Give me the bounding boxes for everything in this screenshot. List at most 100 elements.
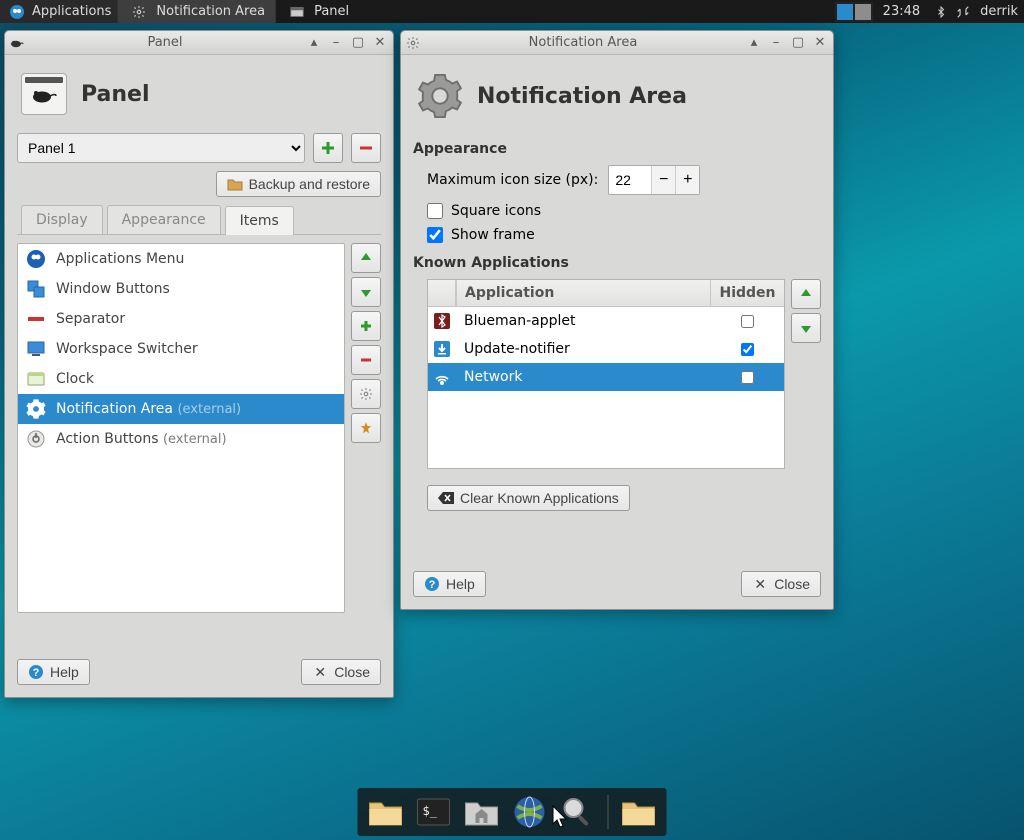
svg-text:?: ?	[429, 579, 436, 591]
add-panel-button[interactable]	[313, 133, 343, 163]
table-header: Application Hidden	[428, 280, 784, 307]
move-up-button[interactable]	[351, 243, 381, 273]
item-label: Window Buttons	[56, 281, 170, 297]
applications-menu-label: Applications	[32, 4, 111, 19]
tab-display[interactable]: Display	[21, 205, 103, 234]
tab-items[interactable]: Items	[225, 206, 294, 235]
item-icon	[26, 339, 46, 359]
svg-text:?: ?	[33, 667, 40, 679]
window-title: Panel	[29, 35, 301, 50]
titlebar[interactable]: Panel ▴ – ▢ ✕	[5, 31, 393, 55]
item-label: Workspace Switcher	[56, 341, 198, 357]
panel-username[interactable]: derrik	[974, 4, 1024, 19]
app-move-up-button[interactable]	[791, 279, 821, 309]
panel-preferences-window: Panel ▴ – ▢ ✕ Panel Panel 1	[4, 30, 394, 698]
remove-panel-button[interactable]	[351, 133, 381, 163]
spinner-increment[interactable]: +	[675, 166, 699, 194]
close-button[interactable]: ✕	[811, 35, 829, 51]
item-icon	[26, 309, 46, 329]
panel-logo-icon	[21, 73, 67, 115]
window-title: Notification Area	[425, 35, 741, 50]
table-row[interactable]: Network	[428, 363, 784, 391]
item-label: Clock	[56, 371, 94, 387]
remove-item-button[interactable]	[351, 345, 381, 375]
dock-folder-icon[interactable]	[619, 792, 659, 832]
close-button[interactable]: ✕	[371, 35, 389, 51]
column-application[interactable]: Application	[456, 280, 710, 306]
close-dialog-button[interactable]: ✕ Close	[301, 659, 381, 685]
table-row[interactable]: Blueman-applet	[428, 307, 784, 335]
taskbar-button-notification-area[interactable]: Notification Area	[117, 0, 275, 23]
app-name: Network	[464, 369, 522, 385]
bluetooth-icon[interactable]	[933, 4, 949, 20]
max-icon-size-input[interactable]	[609, 168, 651, 192]
dialog-header: Panel	[17, 67, 381, 125]
item-about-button[interactable]	[351, 413, 381, 443]
app-name: Update-notifier	[464, 341, 570, 357]
help-button[interactable]: ? Help	[17, 659, 90, 685]
help-icon: ?	[28, 664, 44, 680]
maximize-button[interactable]: ▢	[789, 35, 807, 51]
minimize-button[interactable]: –	[767, 35, 785, 51]
app-icon	[433, 368, 451, 386]
clear-known-apps-button[interactable]: Clear Known Applications	[427, 485, 630, 511]
dialog-heading: Notification Area	[477, 84, 687, 109]
notification-area-window: Notification Area ▴ – ▢ ✕ Notification A…	[400, 30, 834, 610]
network-icon[interactable]	[955, 4, 971, 20]
hidden-checkbox[interactable]	[741, 343, 754, 356]
list-item[interactable]: Separator	[18, 304, 344, 334]
titlebar[interactable]: Notification Area ▴ – ▢ ✕	[401, 31, 833, 55]
folder-icon	[227, 176, 243, 192]
button-label: Help	[50, 664, 79, 680]
square-icons-checkbox[interactable]: Square icons	[413, 203, 821, 219]
app-move-down-button[interactable]	[791, 313, 821, 343]
dock-home-icon[interactable]	[462, 792, 502, 832]
workspace-switcher[interactable]	[835, 2, 873, 22]
button-label: Backup and restore	[249, 176, 370, 192]
column-hidden[interactable]: Hidden	[710, 280, 784, 306]
items-list[interactable]: Applications Menu Window Buttons Separat…	[17, 243, 345, 613]
panel-clock[interactable]: 23:48	[873, 4, 930, 19]
panel-select[interactable]: Panel 1	[17, 133, 305, 163]
show-frame-checkbox[interactable]: Show frame	[413, 227, 821, 243]
item-prefs-button[interactable]	[351, 379, 381, 409]
applications-menu-button[interactable]: Applications	[0, 0, 117, 23]
spinner-decrement[interactable]: −	[651, 166, 675, 194]
minimize-button[interactable]: –	[327, 35, 345, 51]
backup-restore-button[interactable]: Backup and restore	[216, 171, 381, 197]
list-item[interactable]: Window Buttons	[18, 274, 344, 304]
list-item[interactable]: Action Buttons (external)	[18, 424, 344, 454]
dock-files-icon[interactable]	[366, 792, 406, 832]
list-item[interactable]: Applications Menu	[18, 244, 344, 274]
list-item[interactable]: Workspace Switcher	[18, 334, 344, 364]
taskbar-button-panel[interactable]: Panel	[275, 0, 359, 23]
button-label: Help	[446, 576, 475, 592]
rollup-button[interactable]: ▴	[305, 35, 323, 51]
maximize-button[interactable]: ▢	[349, 35, 367, 51]
app-icon	[433, 312, 451, 330]
rollup-button[interactable]: ▴	[745, 35, 763, 51]
add-item-button[interactable]	[351, 311, 381, 341]
mouse-icon	[9, 35, 25, 51]
table-row[interactable]: Update-notifier	[428, 335, 784, 363]
move-down-button[interactable]	[351, 277, 381, 307]
max-icon-size-spinner[interactable]: − +	[608, 165, 700, 195]
tab-appearance[interactable]: Appearance	[107, 205, 221, 234]
dialog-heading: Panel	[81, 82, 150, 107]
list-item[interactable]: Clock	[18, 364, 344, 394]
dock-web-icon[interactable]	[510, 792, 550, 832]
hidden-checkbox[interactable]	[741, 371, 754, 384]
dock-terminal-icon[interactable]: $_	[414, 792, 454, 832]
close-dialog-button[interactable]: ✕ Close	[741, 571, 821, 597]
hidden-checkbox[interactable]	[741, 315, 754, 328]
taskbar-button-label: Notification Area	[156, 4, 265, 19]
button-label: Close	[334, 664, 370, 680]
help-button[interactable]: ? Help	[413, 571, 486, 597]
known-apps-table[interactable]: Application Hidden Blueman-applet Update-…	[427, 279, 785, 469]
cursor-icon	[552, 805, 570, 829]
button-label: Close	[774, 576, 810, 592]
dock-separator	[608, 795, 609, 829]
gear-icon	[131, 4, 147, 20]
help-icon: ?	[424, 576, 440, 592]
list-item[interactable]: Notification Area (external)	[18, 394, 344, 424]
